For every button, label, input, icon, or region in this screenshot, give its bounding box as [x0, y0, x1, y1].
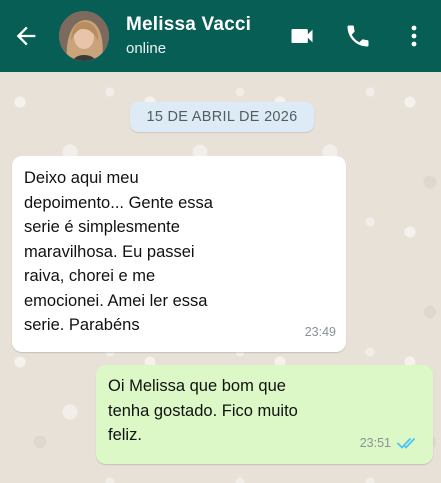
back-arrow-icon[interactable] [12, 22, 40, 50]
avatar[interactable] [59, 11, 109, 61]
more-options-icon[interactable] [402, 22, 426, 55]
chat-header: Melissa Vacci online [0, 0, 441, 72]
message-text: Oi Melissa que bom que tenha gostado. Fi… [108, 377, 298, 444]
contact-status: online [126, 40, 167, 57]
message-text: Deixo aqui meu depoimento... Gente essa … [24, 169, 213, 334]
outgoing-message-bubble[interactable]: Oi Melissa que bom que tenha gostado. Fi… [96, 365, 433, 464]
message-time: 23:51 [359, 435, 391, 450]
phone-icon[interactable] [344, 22, 372, 55]
video-call-icon[interactable] [288, 22, 316, 55]
incoming-message-bubble[interactable]: Deixo aqui meu depoimento... Gente essa … [12, 156, 346, 352]
message-time: 23:49 [304, 324, 336, 339]
date-chip: 15 DE ABRIL DE 2026 [130, 102, 314, 132]
contact-name[interactable]: Melissa Vacci [126, 14, 251, 36]
read-ticks-icon [397, 433, 419, 458]
